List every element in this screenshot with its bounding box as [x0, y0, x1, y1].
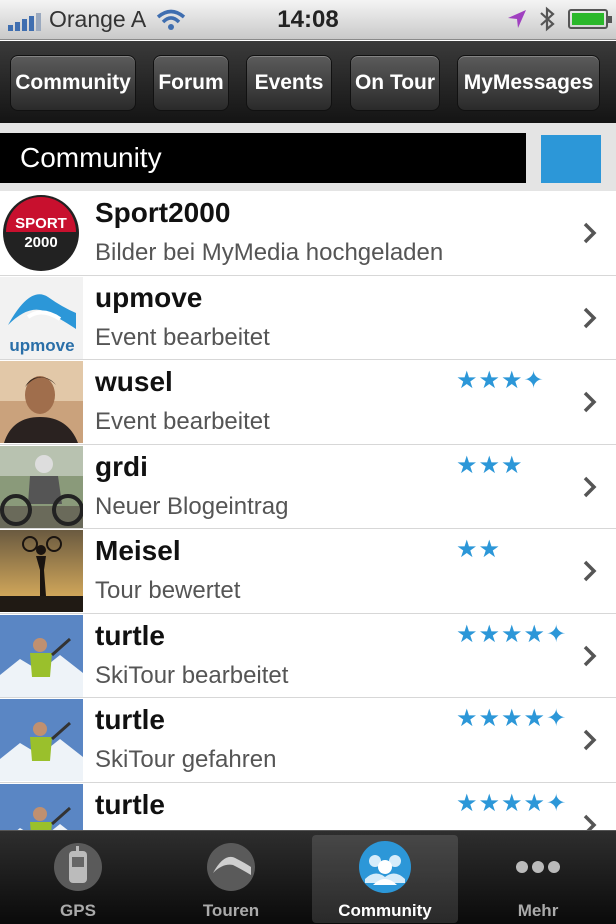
feed-user-name: wusel — [95, 366, 173, 397]
avatar-ski-summit-photo — [0, 783, 83, 830]
feed-row-upmove[interactable]: upmove upmove Event bearbeitet — [0, 275, 616, 360]
feed-activity: Event bearbeitet — [95, 408, 270, 435]
tabbar-community[interactable]: Community — [312, 835, 458, 923]
avatar-ski-summit-photo — [0, 614, 83, 697]
rating-stars: ★★★★✦ — [456, 789, 568, 817]
tabbar-mehr[interactable]: Mehr — [478, 835, 598, 923]
tab-label: Mehr — [517, 901, 559, 920]
avatar-sport2000-logo: SPORT 2000 — [0, 192, 83, 274]
section-header: Community — [0, 123, 616, 191]
chevron-right-icon — [583, 307, 597, 328]
sport2000-logo-line1: SPORT — [15, 215, 67, 232]
upmove-logo-text: upmove — [9, 336, 74, 355]
more-dots-icon — [510, 839, 566, 895]
feed-activity: Tour bewertet — [95, 577, 241, 604]
battery-icon — [568, 9, 612, 29]
tab-mymessages[interactable]: MyMessages — [457, 55, 600, 111]
feed-row-sport2000[interactable]: SPORT 2000 Sport2000 Bilder bei MyMedia … — [0, 191, 616, 276]
tabbar-touren[interactable]: Touren — [171, 835, 291, 923]
bottom-tab-bar: GPS Touren Community Mehr — [0, 830, 616, 924]
feed-user-name: turtle — [95, 704, 165, 735]
tour-route-icon — [203, 839, 259, 895]
gps-device-icon — [50, 839, 106, 895]
tab-on-tour[interactable]: On Tour — [350, 55, 440, 111]
chevron-right-icon — [583, 814, 597, 830]
feed-user-name: Sport2000 — [95, 197, 231, 228]
rating-stars: ★★★★✦ — [456, 705, 568, 732]
avatar-upmove-logo: upmove — [0, 276, 83, 359]
rating-stars: ★★★ — [456, 451, 524, 479]
section-action-button[interactable] — [541, 135, 601, 183]
feed-row-grdi[interactable]: grdi Neuer Blogeintrag ★★★ — [0, 444, 616, 529]
chevron-right-icon — [583, 729, 597, 751]
tab-label: Community — [338, 901, 432, 920]
status-bar: Orange A 14:08 — [0, 0, 616, 40]
chevron-right-icon — [583, 391, 597, 413]
chevron-right-icon — [583, 645, 597, 666]
top-segment-bar: Community Forum Events On Tour MyMessage… — [0, 41, 616, 123]
feed-row-turtle[interactable]: turtle SkiTour gefahren ★★★★✦ — [0, 698, 616, 783]
feed-row-wusel[interactable]: wusel Event bearbeitet ★★★✦ — [0, 360, 616, 445]
feed-row-turtle[interactable]: turtle SkiTour bearbeitet ★★★★✦ — [0, 613, 616, 698]
tab-events[interactable]: Events — [246, 55, 332, 111]
rating-stars: ★★★✦ — [456, 367, 545, 394]
feed-user-name: turtle — [95, 788, 165, 820]
community-feed-list: SPORT 2000 Sport2000 Bilder bei MyMedia … — [0, 191, 616, 830]
feed-user-name: grdi — [95, 450, 148, 482]
chevron-right-icon — [583, 222, 597, 244]
sport2000-logo-line2: 2000 — [24, 234, 57, 251]
section-title: Community — [0, 133, 526, 183]
tab-label: GPS — [60, 901, 96, 920]
avatar-mountainbiker-photo — [0, 445, 83, 528]
feed-activity: Event bearbeitet — [95, 323, 270, 351]
feed-user-name: turtle — [95, 619, 165, 651]
rating-stars: ★★ — [456, 536, 502, 563]
location-arrow-icon — [508, 10, 526, 28]
tab-label: Touren — [202, 901, 260, 920]
feed-user-name: Meisel — [95, 535, 181, 566]
feed-activity: SkiTour gefahren — [95, 746, 277, 773]
chevron-right-icon — [583, 560, 597, 582]
tab-forum[interactable]: Forum — [153, 55, 229, 111]
feed-user-name: upmove — [95, 281, 203, 313]
feed-activity: SkiTour bearbeitet — [95, 661, 289, 689]
feed-activity: Neuer Blogeintrag — [95, 492, 289, 520]
feed-row-meisel[interactable]: Meisel Tour bewertet ★★ — [0, 529, 616, 614]
avatar-sunset-bike-photo — [0, 530, 83, 612]
rating-stars: ★★★★✦ — [456, 620, 568, 648]
bluetooth-icon — [540, 6, 555, 32]
tabbar-gps[interactable]: GPS — [18, 835, 138, 923]
feed-activity: Bilder bei MyMedia hochgeladen — [95, 239, 444, 266]
tab-community[interactable]: Community — [10, 55, 136, 111]
avatar-portrait-photo — [0, 361, 83, 443]
avatar-ski-summit-photo — [0, 699, 83, 781]
chevron-right-icon — [583, 476, 597, 497]
feed-row-turtle[interactable]: turtle ★★★★✦ — [0, 782, 616, 830]
community-people-icon — [357, 839, 413, 895]
